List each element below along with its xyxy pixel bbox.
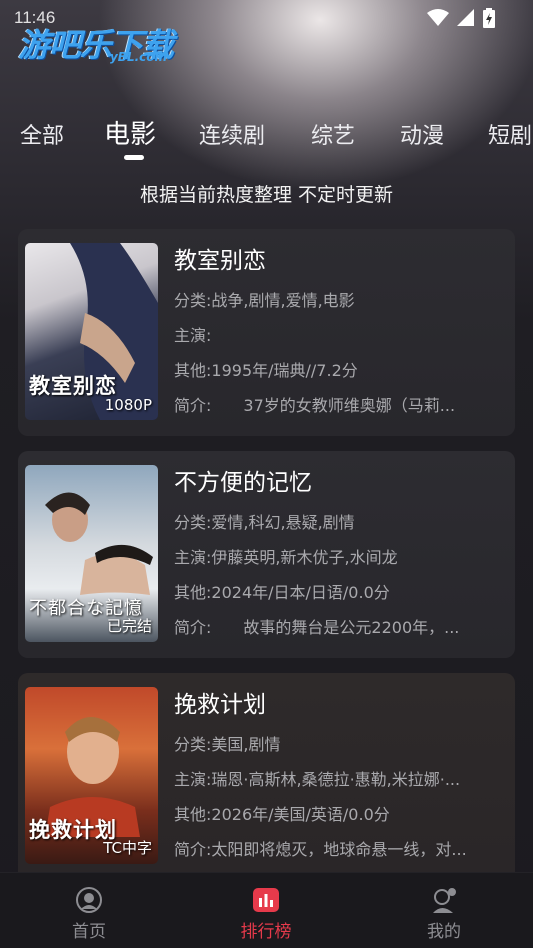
profile-icon	[433, 888, 456, 913]
nav-ranking[interactable]: 排行榜	[216, 885, 316, 942]
movie-other: 其他:2024年/日本/日语/0.0分	[174, 583, 390, 602]
movie-poster: 教室别恋 1080P	[25, 243, 158, 420]
quality-badge: 1080P	[104, 396, 152, 414]
status-badge: 已完结	[106, 617, 152, 635]
tab-movie[interactable]: 电影	[104, 114, 156, 151]
movie-category: 分类:爱情,科幻,悬疑,剧情	[174, 513, 355, 532]
wifi-icon	[427, 9, 449, 26]
nav-home-label: 首页	[72, 922, 106, 942]
movie-card[interactable]: 不都合な記憶 已完结 不方便的记忆 分类:爱情,科幻,悬疑,剧情 主演:伊藤英明…	[18, 451, 515, 658]
logo-subtext: yBL.com	[109, 50, 168, 64]
movie-title: 不方便的记忆	[174, 470, 312, 496]
tab-anime[interactable]: 动漫	[400, 118, 444, 150]
nav-ranking-label: 排行榜	[240, 922, 292, 942]
nav-profile-label: 我的	[427, 922, 461, 942]
movie-card[interactable]: 教室别恋 1080P 教室别恋 分类:战争,剧情,爱情,电影 主演: 其他:19…	[18, 229, 515, 436]
tab-series[interactable]: 连续剧	[199, 118, 265, 150]
ranking-icon	[253, 888, 279, 912]
movie-poster: 挽救计划 TC中字	[25, 687, 158, 864]
home-icon	[76, 887, 102, 913]
movie-intro: 简介:太阳即将熄灭，地球命悬一线，对...	[174, 840, 467, 859]
category-tabs: 全部 电影 连续剧 综艺 动漫 短剧	[0, 110, 533, 160]
movie-poster: 不都合な記憶 已完结	[25, 465, 158, 642]
battery-icon	[483, 8, 495, 28]
movie-card[interactable]: 挽救计划 TC中字 挽救计划 分类:美国,剧情 主演:瑞恩·高斯林,桑德拉·惠勒…	[18, 673, 515, 872]
tab-short-drama[interactable]: 短剧	[488, 118, 532, 150]
ranking-subtitle: 根据当前热度整理 不定时更新	[139, 184, 394, 206]
tab-all[interactable]: 全部	[20, 118, 64, 150]
movie-category: 分类:美国,剧情	[174, 735, 281, 754]
bottom-navigation: 首页 排行榜 我的	[0, 872, 533, 948]
movie-cast: 主演:	[174, 326, 212, 345]
movie-intro: 简介: 37岁的女教师维奥娜（马莉...	[174, 396, 456, 415]
movie-other: 其他:2026年/美国/英语/0.0分	[174, 805, 390, 824]
movie-other: 其他:1995年/瑞典//7.2分	[174, 361, 358, 380]
movie-intro: 简介: 故事的舞台是公元2200年，...	[174, 618, 460, 637]
nav-profile[interactable]: 我的	[394, 885, 494, 942]
nav-home[interactable]: 首页	[39, 885, 139, 942]
tab-variety[interactable]: 综艺	[311, 118, 355, 150]
signal-icon	[457, 9, 474, 26]
quality-badge: TC中字	[103, 839, 152, 857]
movie-title: 挽救计划	[174, 692, 266, 718]
movie-category: 分类:战争,剧情,爱情,电影	[174, 291, 355, 310]
active-tab-indicator	[124, 155, 144, 160]
movie-cast: 主演:伊藤英明,新木优子,水间龙	[174, 548, 398, 567]
movie-title: 教室别恋	[174, 248, 266, 274]
app-logo: 游吧乐下载 yBL.com	[18, 20, 174, 66]
movie-cast: 主演:瑞恩·高斯林,桑德拉·惠勒,米拉娜·...	[174, 770, 461, 789]
